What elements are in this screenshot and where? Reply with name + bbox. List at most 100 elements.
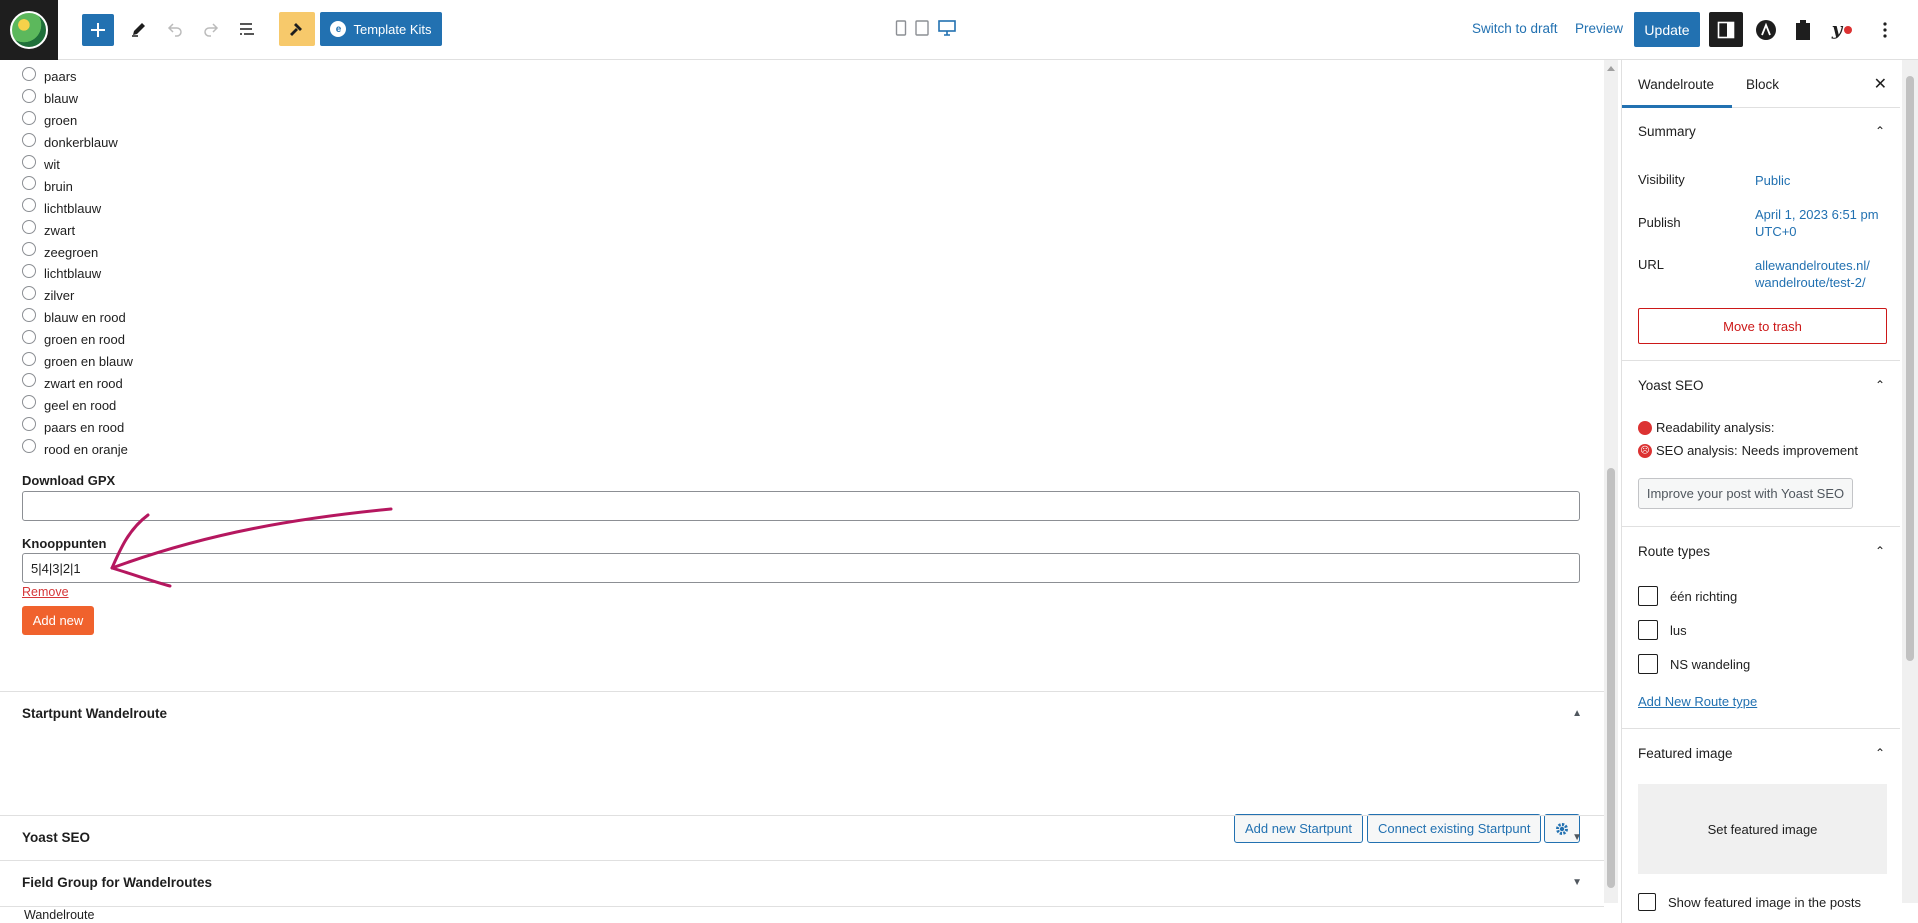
sidebar-icon: [1717, 21, 1735, 38]
plus-icon: [91, 23, 105, 37]
plugin-icon: [1796, 19, 1810, 40]
startpunt-metabox: Startpunt Wandelroute ▲: [0, 691, 1604, 815]
redo-icon: [204, 23, 219, 37]
tablet-icon: [915, 20, 929, 36]
sidebar-scrollbar[interactable]: [1902, 60, 1918, 903]
list-view-icon: [240, 23, 254, 35]
checkbox[interactable]: [1638, 893, 1656, 911]
yoast-metabox[interactable]: Yoast SEO ▼: [0, 815, 1604, 860]
yoast-status-icon: [1844, 25, 1853, 34]
close-icon[interactable]: ✕: [1874, 74, 1887, 94]
template-kits-button[interactable]: e Template Kits: [320, 12, 442, 46]
seo-analysis-label: SEO analysis:: [1656, 443, 1738, 458]
summary-title: Summary: [1638, 124, 1696, 139]
chevron-up-icon: ⌃: [1874, 544, 1885, 558]
improve-yoast-button[interactable]: Improve your post with Yoast SEO: [1638, 478, 1853, 509]
yoast-metabox-title: Yoast SEO: [22, 830, 91, 845]
route-type-checkbox[interactable]: NS wandeling: [1638, 654, 1750, 674]
plugin-button[interactable]: [1786, 12, 1820, 47]
url-value[interactable]: allewandelroutes.nl/ wandelroute/test-2/: [1755, 257, 1870, 291]
desktop-preview-button[interactable]: [937, 18, 957, 38]
readability-label: Readability analysis:: [1656, 420, 1775, 435]
tab-block[interactable]: Block: [1746, 77, 1779, 92]
scroll-up-icon[interactable]: [1607, 66, 1615, 71]
checkbox[interactable]: [1638, 620, 1658, 640]
settings-panel-toggle[interactable]: [1709, 12, 1743, 47]
route-type-label: één richting: [1670, 588, 1738, 604]
undo-icon: [167, 23, 182, 37]
route-type-checkbox[interactable]: lus: [1638, 620, 1687, 640]
readability-row: Readability analysis:: [1638, 420, 1775, 435]
yoast-seo-button[interactable]: y: [1823, 12, 1861, 47]
publish-label: Publish: [1638, 215, 1681, 230]
update-button[interactable]: Update: [1634, 12, 1700, 47]
url-line-2: wandelroute/test-2/: [1755, 275, 1866, 290]
pencil-icon: [132, 23, 145, 37]
settings-sidebar: Wandelroute Block ✕ Summary ⌃ Visibility…: [1621, 60, 1900, 923]
editor-footer: [0, 906, 1604, 923]
hammer-icon: [290, 23, 302, 36]
yoast-icon: y: [1831, 19, 1843, 40]
preview-button[interactable]: Preview: [1575, 21, 1623, 36]
red-dot-icon: [1638, 420, 1652, 435]
switch-to-draft-button[interactable]: Switch to draft: [1472, 21, 1558, 36]
more-vertical-icon: [1883, 21, 1887, 38]
elementor-icon: e: [330, 21, 347, 37]
expand-arrow-icon: ▼: [1572, 877, 1582, 888]
seo-analysis-value: Needs improvement: [1741, 443, 1858, 458]
panel-divider: [1622, 728, 1900, 729]
chevron-up-icon: ⌃: [1874, 746, 1885, 760]
url-label: URL: [1638, 257, 1665, 272]
sad-face-icon: ☹: [1638, 443, 1652, 458]
panel-divider: [1622, 526, 1900, 527]
set-featured-image-button[interactable]: Set featured image: [1638, 784, 1887, 874]
seo-analysis-row: ☹ SEO analysis: Needs improvement: [1638, 443, 1858, 458]
options-menu-button[interactable]: [1873, 12, 1897, 47]
editor-scrollbar[interactable]: [1604, 60, 1618, 903]
astra-icon: [1756, 19, 1776, 40]
tab-wandelroute[interactable]: Wandelroute: [1622, 77, 1733, 108]
tablet-preview-button[interactable]: [914, 18, 930, 38]
field-group-metabox[interactable]: Field Group for Wandelroutes ▼: [0, 860, 1604, 906]
breadcrumb[interactable]: Wandelroute: [24, 908, 94, 922]
redo-button[interactable]: [196, 12, 226, 46]
undo-button[interactable]: [160, 12, 190, 46]
visibility-label: Visibility: [1638, 172, 1685, 187]
publish-date-line: April 1, 2023 6:51 pm: [1755, 207, 1879, 222]
route-type-checkbox[interactable]: één richting: [1638, 586, 1737, 606]
route-types-title: Route types: [1638, 544, 1711, 559]
featured-image-title: Featured image: [1638, 746, 1733, 761]
scrollbar-thumb[interactable]: [1906, 76, 1914, 661]
checkbox[interactable]: [1638, 586, 1658, 606]
add-block-button[interactable]: [82, 14, 114, 46]
publish-date-button[interactable]: April 1, 2023 6:51 pm UTC+0: [1755, 206, 1879, 240]
site-logo[interactable]: [0, 0, 58, 60]
editor-canvas: paars blauw groen donkerblauw wit bruin lichtb…: [0, 60, 1604, 923]
show-featured-checkbox-row[interactable]: Show featured image in the posts: [1638, 893, 1861, 911]
document-overview-button[interactable]: [232, 12, 262, 46]
mobile-icon: [895, 20, 907, 36]
astra-settings-button[interactable]: [1749, 12, 1783, 47]
collapse-arrow-icon[interactable]: ▲: [1572, 708, 1582, 719]
chevron-up-icon: ⌃: [1874, 124, 1885, 138]
visibility-value[interactable]: Public: [1755, 172, 1790, 189]
route-type-label: NS wandeling: [1670, 656, 1751, 672]
tools-button[interactable]: [124, 12, 154, 46]
mobile-preview-button[interactable]: [893, 18, 909, 38]
panel-divider: [1622, 360, 1900, 361]
field-group-title: Field Group for Wandelroutes: [22, 875, 213, 890]
route-type-label: lus: [1670, 622, 1687, 638]
sidebar-tabs: Wandelroute Block ✕: [1622, 60, 1900, 108]
checkbox[interactable]: [1638, 654, 1658, 674]
expand-arrow-icon: ▼: [1572, 832, 1582, 843]
startpunt-title: Startpunt Wandelroute: [22, 706, 167, 721]
template-kits-label: Template Kits: [353, 21, 432, 37]
move-to-trash-button[interactable]: Move to trash: [1638, 308, 1887, 344]
site-logo-icon: [10, 11, 48, 49]
chevron-up-icon: ⌃: [1874, 378, 1885, 392]
url-line-1: allewandelroutes.nl/: [1755, 258, 1870, 273]
publish-timezone-line: UTC+0: [1755, 224, 1797, 239]
add-new-route-type-link[interactable]: Add New Route type: [1638, 694, 1757, 709]
scrollbar-thumb[interactable]: [1607, 468, 1615, 888]
hammer-tool-button[interactable]: [279, 12, 315, 46]
